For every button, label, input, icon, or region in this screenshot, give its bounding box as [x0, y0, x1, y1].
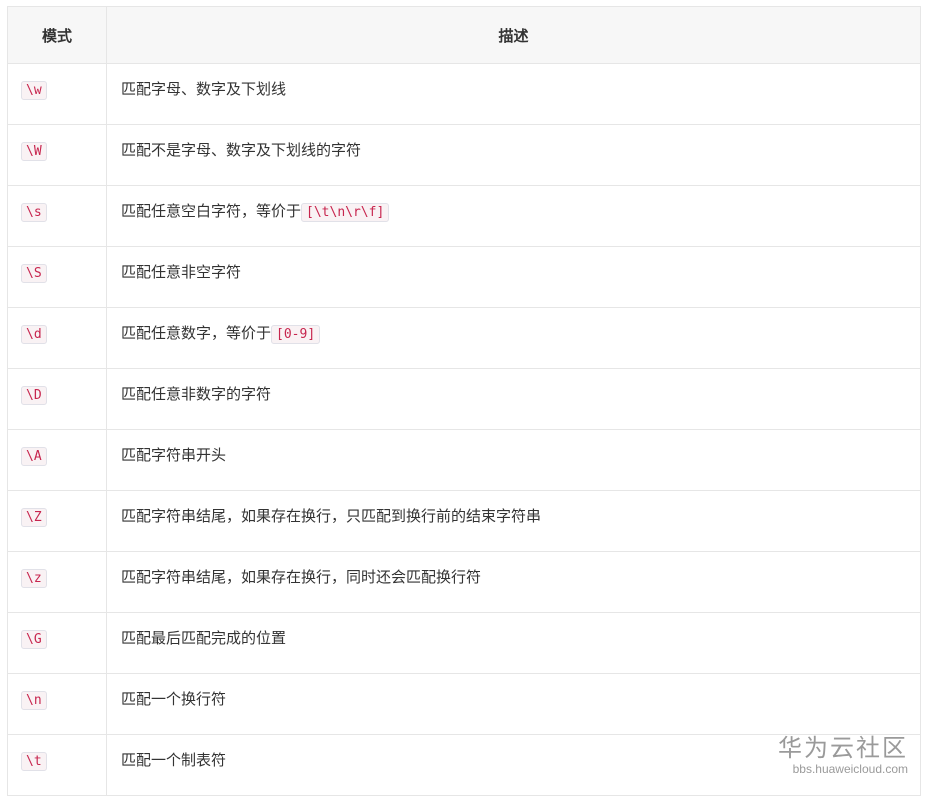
description-text: 匹配最后匹配完成的位置 [121, 629, 287, 647]
pattern-code: \t [21, 752, 47, 771]
table-body: \w 匹配字母、数字及下划线 \W 匹配不是字母、数字及下划线的字符 \s 匹配… [7, 63, 921, 796]
description-cell: 匹配字符串开头 [106, 429, 921, 491]
pattern-cell: \t [7, 734, 107, 796]
description-cell: 匹配任意非数字的字符 [106, 368, 921, 430]
description-cell: 匹配最后匹配完成的位置 [106, 612, 921, 674]
description-cell: 匹配一个换行符 [106, 673, 921, 735]
pattern-cell: \d [7, 307, 107, 369]
description-cell: 匹配不是字母、数字及下划线的字符 [106, 124, 921, 186]
table-row: \G 匹配最后匹配完成的位置 [7, 612, 921, 674]
description-cell: 匹配任意空白字符，等价于 [\t\n\r\f] [106, 185, 921, 247]
description-text: 匹配字符串结尾，如果存在换行，同时还会匹配换行符 [121, 568, 482, 586]
header-description: 描述 [106, 6, 921, 64]
table-row: \S 匹配任意非空字符 [7, 246, 921, 308]
pattern-code: \n [21, 691, 47, 710]
pattern-cell: \A [7, 429, 107, 491]
header-pattern: 模式 [7, 6, 107, 64]
watermark-title: 华为云社区 [778, 734, 908, 762]
pattern-cell: \S [7, 246, 107, 308]
pattern-cell: \n [7, 673, 107, 735]
pattern-code: \W [21, 142, 47, 161]
description-text: 匹配任意非数字的字符 [121, 385, 272, 403]
description-text: 匹配字符串开头 [121, 446, 227, 464]
pattern-code: \A [21, 447, 47, 466]
table-row: \A 匹配字符串开头 [7, 429, 921, 491]
table-header: 模式 描述 [7, 6, 921, 64]
pattern-code: \G [21, 630, 47, 649]
pattern-cell: \w [7, 63, 107, 125]
description-cell: 匹配字符串结尾，如果存在换行，同时还会匹配换行符 [106, 551, 921, 613]
pattern-cell: \D [7, 368, 107, 430]
table-row: \Z 匹配字符串结尾，如果存在换行，只匹配到换行前的结束字符串 [7, 490, 921, 552]
watermark: 华为云社区 bbs.huaweicloud.com [778, 734, 908, 776]
watermark-url: bbs.huaweicloud.com [792, 762, 908, 776]
pattern-code: \S [21, 264, 47, 283]
pattern-code: \D [21, 386, 47, 405]
pattern-code: \z [21, 569, 47, 588]
pattern-cell: \W [7, 124, 107, 186]
table-row: \z 匹配字符串结尾，如果存在换行，同时还会匹配换行符 [7, 551, 921, 613]
header-row: 模式 描述 [7, 6, 921, 64]
description-cell: 匹配任意数字，等价于 [0-9] [106, 307, 921, 369]
table-row: \d 匹配任意数字，等价于 [0-9] [7, 307, 921, 369]
description-text: 匹配字符串结尾，如果存在换行，只匹配到换行前的结束字符串 [121, 507, 542, 525]
pattern-cell: \G [7, 612, 107, 674]
table-row: \w 匹配字母、数字及下划线 [7, 63, 921, 125]
table-row: \n 匹配一个换行符 [7, 673, 921, 735]
pattern-code: \s [21, 203, 47, 222]
pattern-code: \Z [21, 508, 47, 527]
table-row: \D 匹配任意非数字的字符 [7, 368, 921, 430]
inline-code: [0-9] [271, 325, 321, 344]
regex-pattern-table: 模式 描述 \w 匹配字母、数字及下划线 \W 匹配不是字母、数字及下划线的字符… [7, 6, 921, 796]
pattern-code: \d [21, 325, 47, 344]
pattern-cell: \Z [7, 490, 107, 552]
description-cell: 匹配字母、数字及下划线 [106, 63, 921, 125]
table-row: \s 匹配任意空白字符，等价于 [\t\n\r\f] [7, 185, 921, 247]
pattern-cell: \s [7, 185, 107, 247]
inline-code: [\t\n\r\f] [301, 203, 390, 222]
description-text: 匹配一个制表符 [121, 751, 227, 769]
description-text: 匹配一个换行符 [121, 690, 227, 708]
description-text: 匹配不是字母、数字及下划线的字符 [121, 141, 362, 159]
description-text: 匹配任意空白字符，等价于 [121, 202, 302, 220]
description-text: 匹配任意非空字符 [121, 263, 242, 281]
pattern-code: \w [21, 81, 47, 100]
description-text: 匹配任意数字，等价于 [121, 324, 272, 342]
description-cell: 匹配字符串结尾，如果存在换行，只匹配到换行前的结束字符串 [106, 490, 921, 552]
table-row: \W 匹配不是字母、数字及下划线的字符 [7, 124, 921, 186]
description-cell: 匹配任意非空字符 [106, 246, 921, 308]
pattern-cell: \z [7, 551, 107, 613]
description-text: 匹配字母、数字及下划线 [121, 80, 287, 98]
